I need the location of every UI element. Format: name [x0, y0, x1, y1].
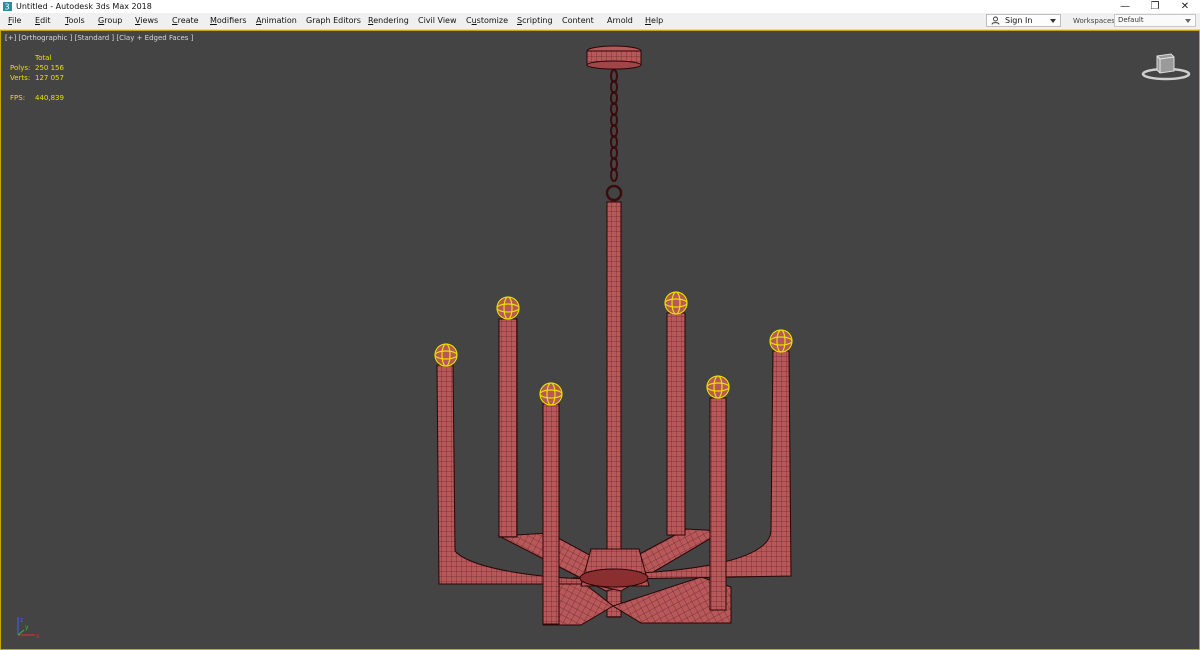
chevron-down-icon	[1185, 19, 1191, 23]
axis-x-label: x	[36, 633, 40, 640]
menu-animation[interactable]: Animation	[256, 15, 297, 27]
menu-graph-editors[interactable]: Graph Editors	[306, 15, 361, 27]
restore-button[interactable]: ❐	[1140, 0, 1170, 13]
menu-group[interactable]: Group	[98, 15, 122, 27]
menu-bar: File Edit Tools Group Views Create Modif…	[0, 13, 1200, 30]
stats-header: Total	[35, 54, 52, 62]
viewcube-icon[interactable]	[1141, 51, 1191, 83]
sign-in-dropdown[interactable]: Sign In	[986, 14, 1061, 27]
menu-arnold[interactable]: Arnold	[607, 15, 633, 27]
bulb-left-back	[539, 382, 563, 406]
title-bar: 3 Untitled - Autodesk 3ds Max 2018 — ❐ ✕	[0, 0, 1200, 13]
bulb-right-outer	[769, 329, 793, 353]
viewport-label[interactable]: [+] [Orthographic ] [Standard ] [Clay + …	[5, 34, 193, 42]
workspaces-select[interactable]: Default	[1114, 14, 1196, 27]
bulb-left-outer	[434, 343, 458, 367]
chevron-down-icon	[1050, 19, 1056, 23]
polys-label: Polys:	[10, 64, 31, 72]
sign-in-label: Sign In	[1005, 16, 1033, 25]
menu-file[interactable]: File	[8, 15, 21, 27]
menu-views[interactable]: Views	[135, 15, 158, 27]
workspaces-value: Default	[1118, 16, 1144, 24]
menu-rendering[interactable]: Rendering	[368, 15, 409, 27]
chain	[605, 69, 623, 202]
menu-scripting[interactable]: Scripting	[517, 15, 553, 27]
menu-help[interactable]: Help	[645, 15, 663, 27]
polys-value: 250 156	[35, 64, 64, 72]
fps-value: 440,839	[35, 94, 64, 102]
minimize-button[interactable]: —	[1110, 0, 1140, 13]
axis-z-label: z	[20, 617, 23, 624]
axis-y-label: y	[25, 624, 29, 631]
axis-tripod-icon: x z y	[17, 617, 40, 640]
3dsmax-icon: 3	[3, 2, 12, 11]
menu-create[interactable]: Create	[172, 15, 199, 27]
verts-value: 127 057	[35, 74, 64, 82]
svg-text:3: 3	[5, 3, 10, 12]
menu-modifiers[interactable]: Modifiers	[210, 15, 247, 27]
bulb-right-back	[706, 375, 730, 399]
chandelier-model[interactable]	[1, 31, 1199, 649]
hub	[579, 548, 650, 588]
fps-label: FPS:	[10, 94, 26, 102]
viewport-orthographic[interactable]: [+] [Orthographic ] [Standard ] [Clay + …	[0, 30, 1200, 650]
verts-label: Verts:	[10, 74, 31, 82]
menu-tools[interactable]: Tools	[65, 15, 85, 27]
user-icon	[991, 16, 1000, 25]
menu-civil-view[interactable]: Civil View	[418, 15, 457, 27]
ceiling-canopy	[586, 45, 642, 70]
workspaces-label: Workspaces:	[1073, 17, 1118, 25]
bulb-right-inner	[664, 291, 688, 315]
window-title: Untitled - Autodesk 3ds Max 2018	[16, 2, 152, 11]
menu-content[interactable]: Content	[562, 15, 594, 27]
menu-customize[interactable]: Customize	[466, 15, 508, 27]
bulb-left-inner	[496, 296, 520, 320]
menu-edit[interactable]: Edit	[35, 15, 51, 27]
close-button[interactable]: ✕	[1170, 0, 1200, 13]
